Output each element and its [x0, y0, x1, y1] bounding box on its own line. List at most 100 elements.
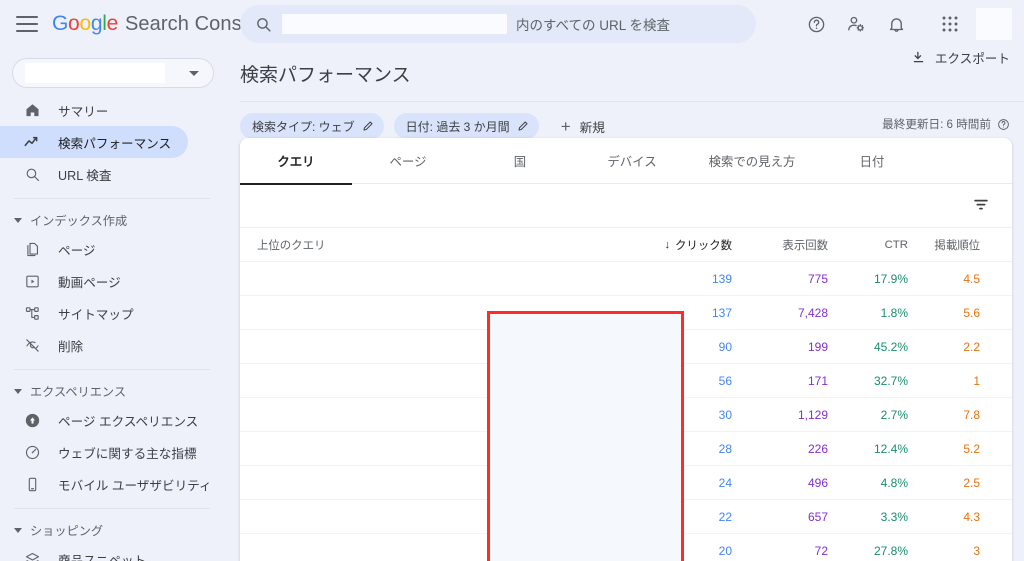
cell-impressions: 199	[807, 339, 828, 354]
sort-desc-arrow-icon: ↓	[664, 238, 671, 251]
sidebar-item-11[interactable]: ページ エクスペリエンス	[0, 404, 198, 436]
cell-impressions: 7,428	[797, 305, 828, 320]
performance-card: クエリ ページ 国 デバイス 検索での見え方 日付 上位のクエリ ↓ クリック数 表示回数	[240, 138, 1012, 561]
table-row[interactable]: 139 775 17.9% 4.5	[240, 262, 1012, 296]
sidebar-item-5[interactable]: ページ	[0, 233, 188, 265]
sidebar-item-label: サマリー	[58, 104, 109, 119]
sidebar-navigation: サマリー検索パフォーマンス URL 検査インデックス作成 ページ動画ページ サイトマッ…	[0, 48, 228, 561]
core-web-vitals-icon	[22, 442, 42, 462]
filter-chip-search-type[interactable]: 検索タイプ: ウェブ	[240, 113, 384, 139]
layers-icon	[22, 549, 42, 561]
cell-ctr: 27.8%	[873, 543, 908, 558]
cell-ctr: 17.9%	[873, 271, 908, 286]
avatar[interactable]	[976, 8, 1012, 40]
sidebar-item-0[interactable]: サマリー	[0, 94, 188, 126]
tab-5[interactable]: 日付	[816, 138, 928, 184]
sidebar-item-7[interactable]: サイトマップ	[0, 297, 188, 329]
sidebar-item-12[interactable]: ウェブに関する主な指標	[0, 436, 197, 468]
sitemap-tree-icon	[22, 303, 42, 323]
sidebar-item-1[interactable]: 検索パフォーマンス	[0, 126, 188, 158]
notifications-bell-icon[interactable]	[876, 4, 916, 44]
sidebar-group-15[interactable]: ショッピング	[0, 517, 228, 543]
filter-chip-label: 検索タイプ: ウェブ	[252, 119, 355, 134]
cell-impressions: 1,129	[797, 407, 828, 422]
table-row[interactable]: 30 1,129 2.7% 7.8	[240, 398, 1012, 432]
filter-chip-date[interactable]: 日付: 過去 3 か月間	[393, 113, 539, 139]
search-icon	[22, 164, 42, 184]
add-new-filter-button[interactable]: + 新規	[553, 113, 613, 139]
hamburger-menu-icon[interactable]	[16, 16, 38, 32]
cell-clicks: 90	[718, 339, 732, 354]
brand-logo: Google Search Console	[52, 12, 269, 36]
sidebar-group-label: ショッピング	[30, 524, 104, 538]
sidebar-item-label: URL 検査	[58, 168, 112, 183]
apps-grid-icon[interactable]	[930, 4, 970, 44]
sidebar-item-8[interactable]: 削除	[0, 329, 188, 361]
tab-label: ページ	[389, 155, 427, 169]
tab-1[interactable]: ページ	[352, 138, 464, 184]
chevron-down-icon	[14, 217, 22, 223]
sidebar-item-13[interactable]: モバイル ユーザザビリティ	[0, 468, 212, 500]
cell-clicks: 24	[718, 475, 732, 490]
column-header-impressions[interactable]: 表示回数	[748, 237, 844, 253]
sidebar-divider	[14, 369, 210, 370]
pages-copy-icon	[22, 239, 42, 259]
table-row[interactable]: 137 7,428 1.8% 5.6	[240, 296, 1012, 330]
sidebar-group-4[interactable]: インデックス作成	[0, 207, 228, 233]
page-title: 検索パフォーマンス	[240, 65, 411, 86]
sidebar-divider	[14, 198, 210, 199]
sidebar-group-label: インデックス作成	[30, 214, 128, 228]
tab-3[interactable]: デバイス	[576, 138, 688, 184]
add-new-filter-label: 新規	[579, 120, 605, 135]
trending-up-icon	[22, 132, 42, 152]
tab-label: 日付	[859, 155, 885, 169]
sidebar-item-2[interactable]: URL 検査	[0, 158, 188, 190]
property-selector[interactable]	[12, 58, 214, 88]
pencil-icon[interactable]	[517, 120, 529, 132]
account-settings-icon[interactable]	[836, 4, 876, 44]
table-body: 139 775 17.9% 4.5 137 7,428 1.8% 5.6 90 199 45.2% 2…	[240, 262, 1012, 561]
export-button[interactable]: エクスポート	[911, 48, 1010, 67]
sidebar-item-16[interactable]: 商品スニペット	[0, 543, 188, 561]
table-row[interactable]: 90 199 45.2% 2.2	[240, 330, 1012, 364]
table-row[interactable]: 20 72 27.8% 3	[240, 534, 1012, 561]
sidebar-item-label: ページ	[58, 243, 96, 258]
table-row[interactable]: 56 171 32.7% 1	[240, 364, 1012, 398]
cell-ctr: 32.7%	[873, 373, 908, 388]
tab-0[interactable]: クエリ	[240, 138, 352, 185]
cell-ctr: 2.7%	[880, 407, 908, 422]
url-inspection-search-bar[interactable]: 内のすべての URL を検査	[240, 5, 756, 43]
filter-funnel-icon[interactable]	[972, 196, 990, 214]
table-row[interactable]: 24 496 4.8% 2.5	[240, 466, 1012, 500]
tab-2[interactable]: 国	[464, 138, 576, 184]
cell-position: 5.2	[963, 441, 980, 456]
cell-impressions: 496	[807, 475, 828, 490]
tab-4[interactable]: 検索での見え方	[688, 138, 816, 184]
cell-position: 5.6	[963, 305, 980, 320]
cell-clicks: 28	[718, 441, 732, 456]
cell-clicks: 139	[711, 271, 732, 286]
column-header-query[interactable]: 上位のクエリ	[240, 237, 630, 253]
column-header-position[interactable]: 掲載順位	[924, 237, 996, 253]
cell-ctr: 12.4%	[873, 441, 908, 456]
cell-ctr: 4.8%	[880, 475, 908, 490]
table-row[interactable]: 22 657 3.3% 4.3	[240, 500, 1012, 534]
column-header-clicks[interactable]: ↓ クリック数	[630, 237, 748, 253]
property-selector-value-redacted	[25, 63, 165, 83]
cell-position: 3	[973, 543, 980, 558]
cell-position: 4.3	[963, 509, 980, 524]
cell-ctr: 45.2%	[873, 339, 908, 354]
sidebar-group-10[interactable]: エクスペリエンス	[0, 378, 228, 404]
table-toolbar	[240, 184, 1012, 228]
top-app-bar: Google Search Console 内のすべての URL を検査	[0, 0, 1024, 48]
pencil-icon[interactable]	[362, 120, 374, 132]
sidebar-item-6[interactable]: 動画ページ	[0, 265, 188, 297]
chevron-down-icon	[14, 527, 22, 533]
search-input-redacted[interactable]	[282, 14, 507, 34]
column-header-ctr[interactable]: CTR	[844, 239, 924, 251]
help-icon[interactable]	[796, 4, 836, 44]
search-console-app: Google Search Console 内のすべての URL を検査 サマリ…	[0, 0, 1024, 561]
table-row[interactable]: 28 226 12.4% 5.2	[240, 432, 1012, 466]
help-circle-icon[interactable]	[997, 118, 1010, 131]
table-header-row: 上位のクエリ ↓ クリック数 表示回数 CTR 掲載順位	[240, 228, 1012, 262]
